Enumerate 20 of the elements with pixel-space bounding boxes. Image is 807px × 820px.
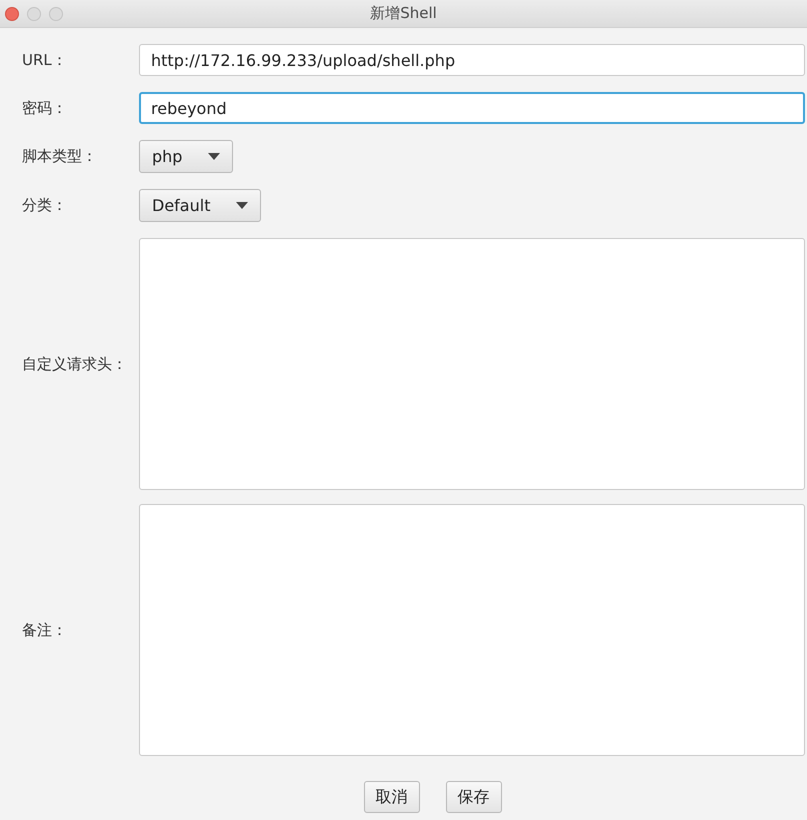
dialog-button[interactable]: 保存	[446, 781, 502, 813]
maximize-icon[interactable]	[49, 6, 63, 20]
field-label: 自定义请求头：	[22, 354, 128, 374]
text-field[interactable]: rebeyond	[139, 92, 805, 124]
close-icon[interactable]	[5, 6, 19, 20]
field-label: URL：	[22, 50, 68, 70]
text-area[interactable]	[139, 238, 805, 490]
text-field[interactable]: http://172.16.99.233/upload/shell.php	[139, 44, 805, 76]
dropdown[interactable]: php	[139, 140, 234, 173]
dialog-button[interactable]: 取消	[364, 781, 420, 813]
field-label: 脚本类型：	[22, 147, 98, 166]
dropdown[interactable]: Default	[139, 189, 262, 222]
window-title: 新增Shell	[370, 4, 437, 23]
minimize-icon[interactable]	[27, 6, 41, 20]
field-label: 密码：	[22, 98, 68, 118]
field-label: 分类：	[22, 196, 68, 215]
caret-icon	[208, 153, 220, 160]
caret-icon	[236, 202, 248, 209]
field-label: 备注：	[22, 620, 68, 640]
text-area[interactable]	[139, 504, 805, 756]
